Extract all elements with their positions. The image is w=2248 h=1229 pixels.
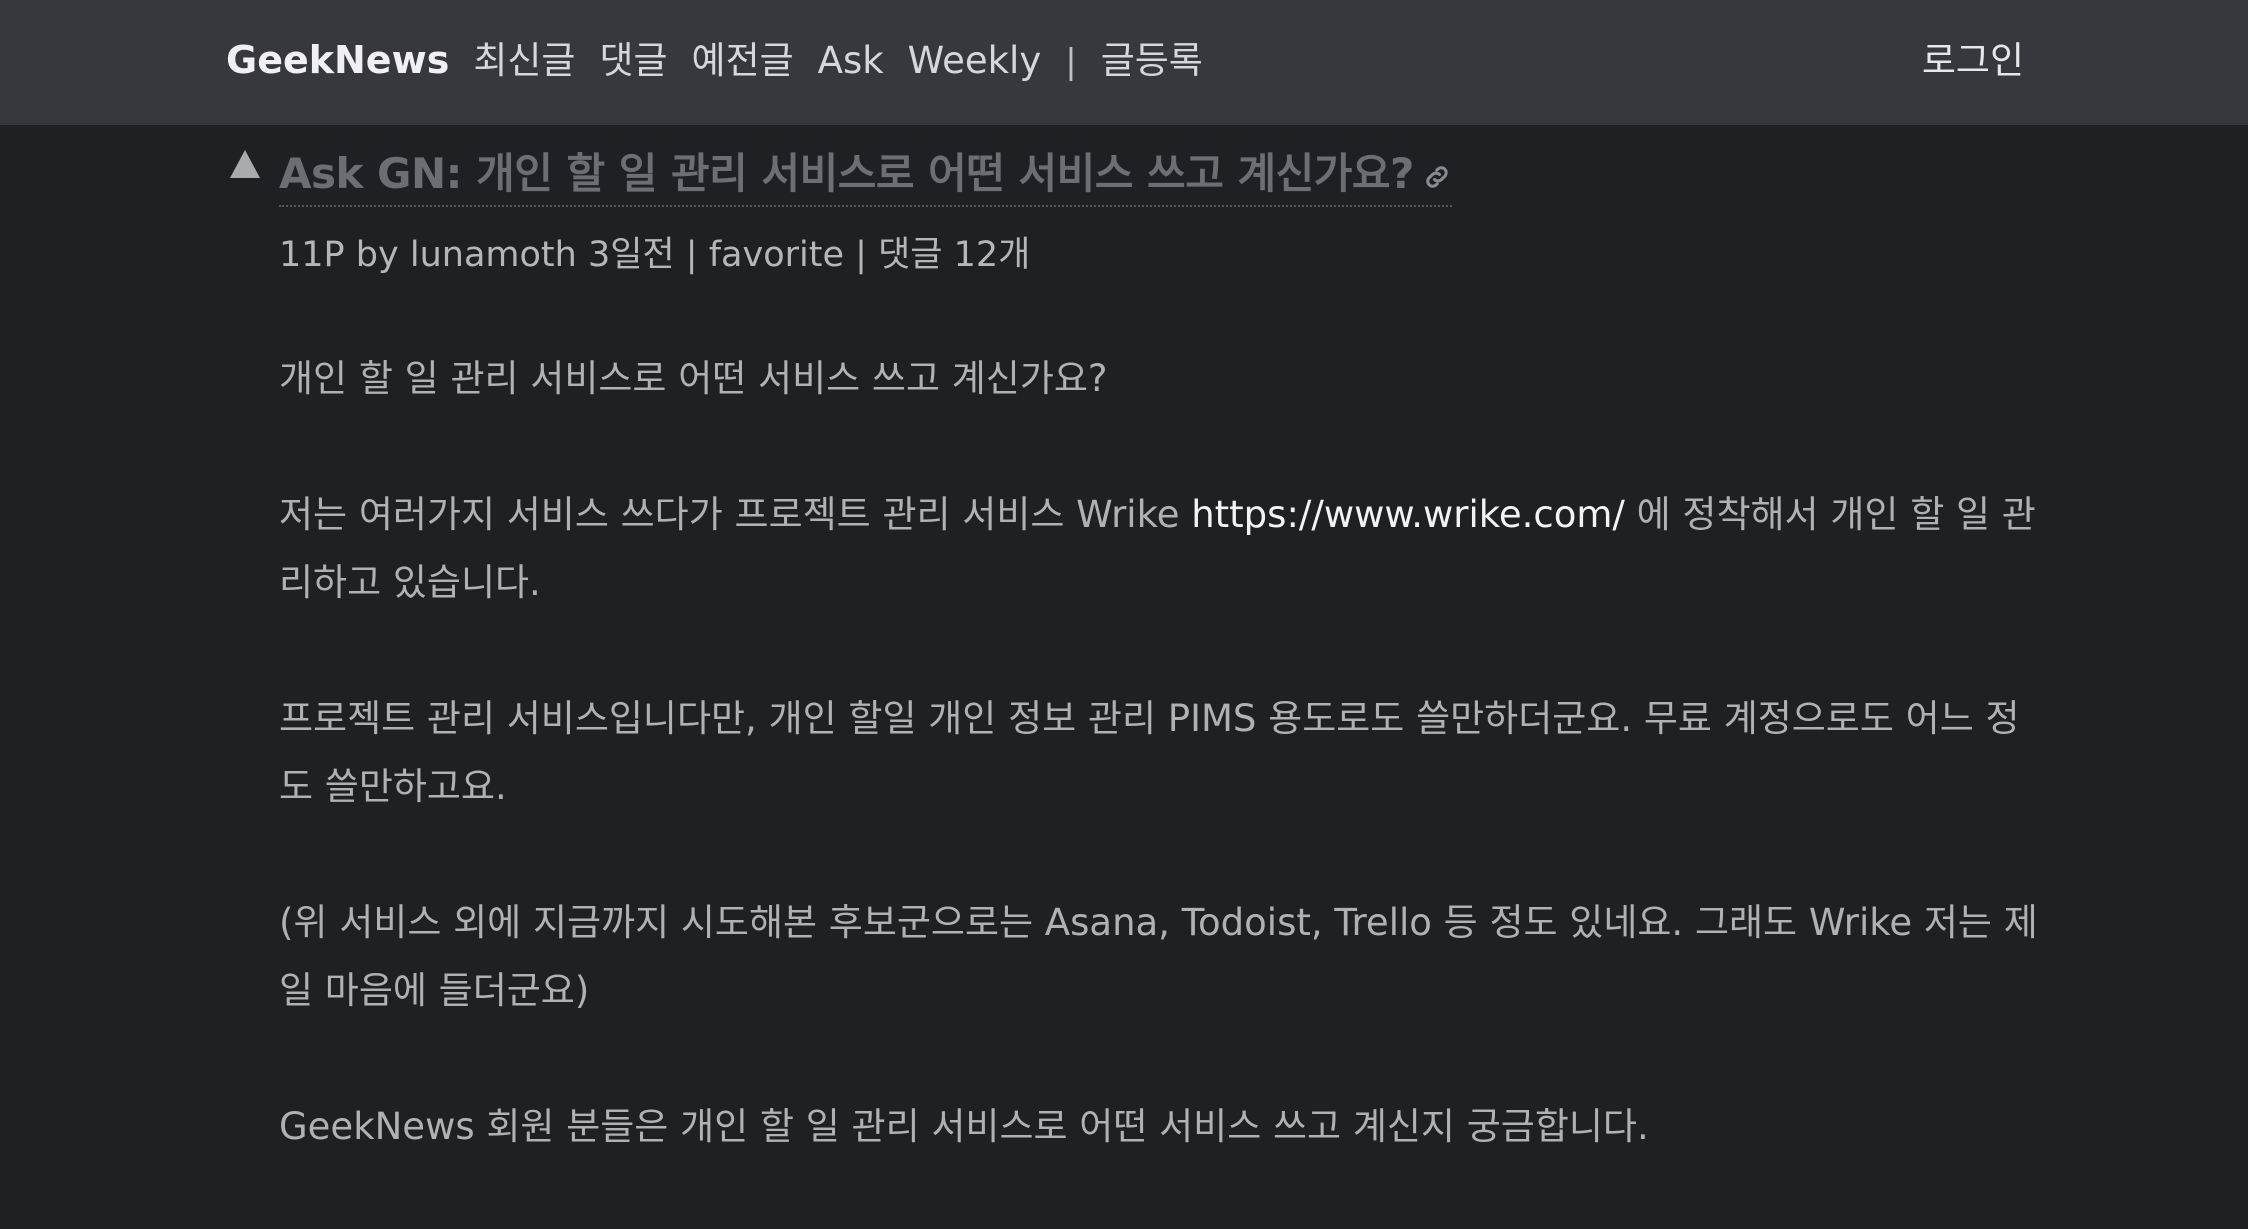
post-author-link[interactable]: lunamoth [410, 235, 577, 275]
nav-weekly[interactable]: Weekly [908, 39, 1042, 82]
nav-past[interactable]: 예전글 [692, 30, 794, 84]
post-paragraph: (위 서비스 외에 지금까지 시도해본 후보군으로는 Asana, Todois… [279, 901, 2038, 1012]
wrike-url-link[interactable]: https://www.wrike.com/ [1191, 493, 1625, 536]
login-link[interactable]: 로그인 [1922, 30, 2024, 84]
comments-link[interactable]: 댓글 12개 [878, 235, 1030, 275]
post-paragraph: 개인 할 일 관리 서비스로 어떤 서비스 쓰고 계신가요? [279, 357, 1108, 400]
brand-logo-link[interactable]: GeekNews [226, 38, 449, 82]
post-time-link[interactable]: 3일전 [588, 235, 675, 275]
top-navigation-bar: GeekNews 최신글 댓글 예전글 Ask Weekly | 글등록 로그인 [0, 0, 2248, 125]
favorite-link[interactable]: favorite [709, 235, 844, 275]
post-by-label: by [355, 235, 399, 275]
nav-latest[interactable]: 최신글 [473, 30, 575, 84]
chain-link-icon[interactable] [1422, 162, 1452, 192]
post-title-row: Ask GN: 개인 할 일 관리 서비스로 어떤 서비스 쓰고 계신가요? [279, 140, 1452, 207]
nav-comments[interactable]: 댓글 [599, 30, 667, 84]
nav-separator: | [1065, 42, 1077, 82]
post-paragraph: GeekNews 회원 분들은 개인 할 일 관리 서비스로 어떤 서비스 쓰고… [279, 1105, 1649, 1148]
post-text: 저는 여러가지 서비스 쓰다가 프로젝트 관리 서비스 Wrike [279, 493, 1192, 536]
post-paragraph: 프로젝트 관리 서비스입니다만, 개인 할일 개인 정보 관리 PIMS 용도로… [279, 697, 2020, 808]
post-title-link[interactable]: Ask GN: 개인 할 일 관리 서비스로 어떤 서비스 쓰고 계신가요? [279, 140, 1414, 201]
post-meta: 11P by lunamoth 3일전 | favorite | 댓글 12개 [279, 226, 1030, 277]
post-paragraph: 저는 여러가지 서비스 쓰다가 프로젝트 관리 서비스 Wrike https:… [279, 481, 2049, 617]
post-body: 개인 할 일 관리 서비스로 어떤 서비스 쓰고 계신가요? 저는 여러가지 서… [279, 345, 2049, 1229]
main-nav: GeekNews 최신글 댓글 예전글 Ask Weekly | 글등록 [226, 30, 1227, 84]
post-points: 11P [279, 235, 345, 275]
meta-separator: | [855, 235, 867, 275]
nav-submit[interactable]: 글등록 [1101, 30, 1203, 84]
meta-separator: | [685, 235, 698, 275]
upvote-triangle-icon[interactable] [230, 150, 260, 178]
nav-ask[interactable]: Ask [818, 39, 884, 82]
